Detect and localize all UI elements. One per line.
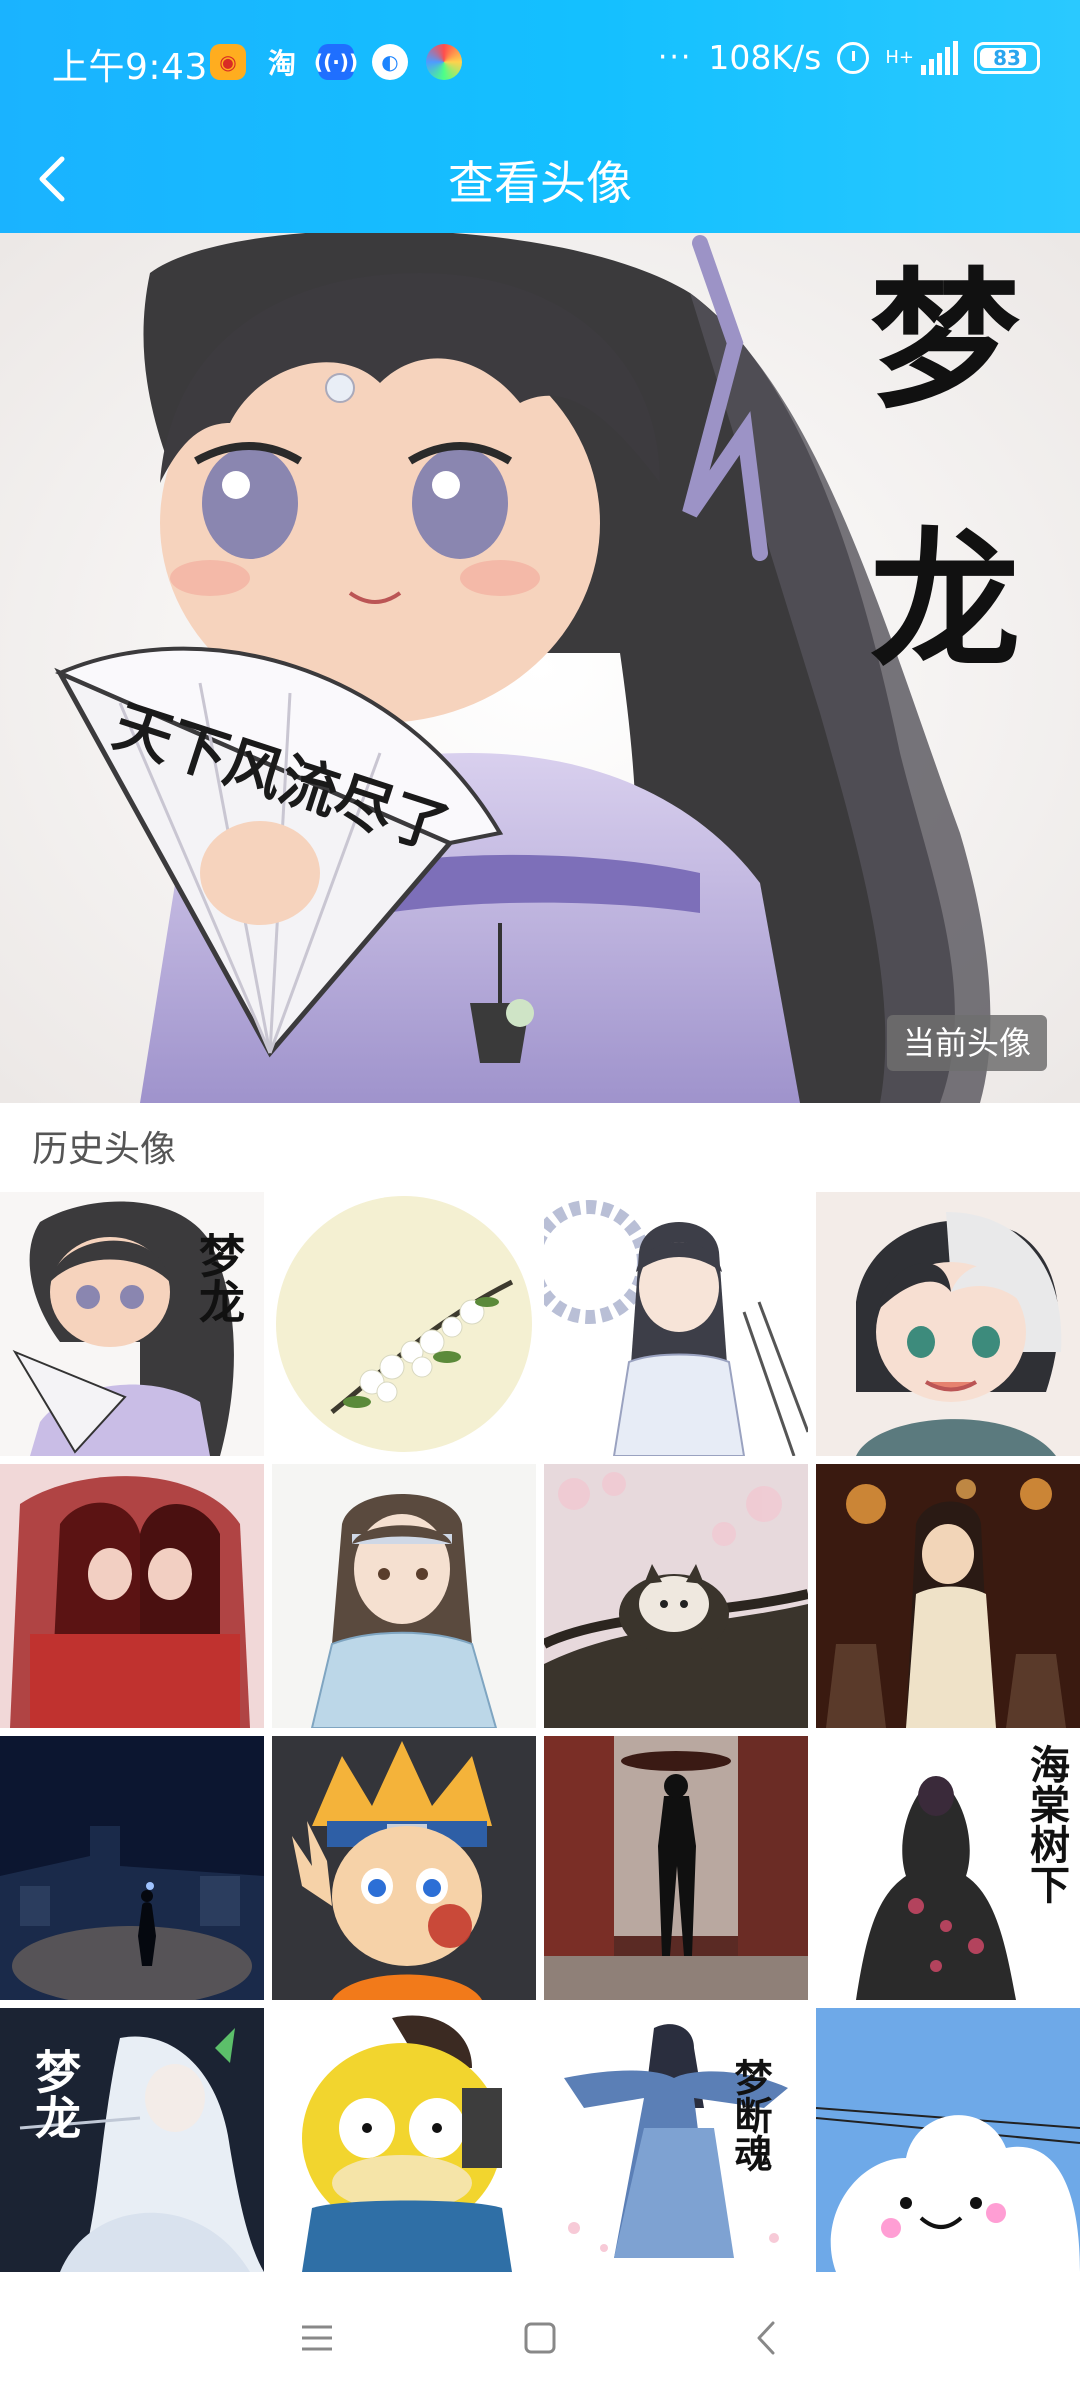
history-avatar-12[interactable]: 海棠树下	[816, 1736, 1080, 2000]
history-avatar-13[interactable]: 梦龙	[0, 2008, 264, 2272]
page-title: 查看头像	[448, 156, 632, 210]
battery-icon: 83	[974, 41, 1040, 74]
status-time: 上午9:43	[52, 47, 208, 88]
anime-girl-illustration: 天下风流尽了 梦 龙	[0, 233, 1080, 1103]
wifi-hotspot-icon: ((·))	[314, 44, 358, 80]
history-avatar-15[interactable]: 梦断魂	[544, 2008, 808, 2272]
history-avatar-5[interactable]	[0, 1464, 264, 1728]
header: 上午9:43 ◉ 淘 ((·)) ◐ ··· 108K/s H+ 83 查看头像	[0, 0, 1080, 233]
history-avatar-7[interactable]	[544, 1464, 808, 1728]
color-app-icon	[426, 44, 462, 80]
back-icon[interactable]	[740, 2311, 794, 2365]
more-notifications-icon: ···	[657, 40, 693, 75]
taobao-icon: 淘	[267, 47, 296, 80]
battery-level: 83	[993, 45, 1021, 70]
history-avatar-1[interactable]: 梦龙	[0, 1192, 264, 1456]
status-right: ··· 108K/s H+ 83	[658, 38, 1040, 77]
history-avatar-16[interactable]	[816, 2008, 1080, 2272]
thumb-text: 梦断魂	[728, 2058, 773, 2172]
history-avatar-grid: 梦龙 海棠树下 梦龙 梦断魂	[0, 1192, 1080, 2272]
current-avatar-image[interactable]: 天下风流尽了 梦 龙 当前头像	[0, 233, 1080, 1103]
alarm-icon	[837, 41, 870, 74]
history-avatar-11[interactable]	[544, 1736, 808, 2000]
navigation-bar	[0, 2275, 1080, 2400]
title-bar: 查看头像	[0, 125, 1080, 233]
thumb-text: 海棠树下	[1023, 1744, 1070, 1904]
history-avatar-8[interactable]	[816, 1464, 1080, 1728]
signal-icon: H+	[885, 40, 958, 75]
history-avatar-2[interactable]	[272, 1192, 536, 1456]
current-avatar-badge: 当前头像	[886, 1015, 1047, 1071]
home-icon[interactable]	[513, 2311, 567, 2365]
menu-icon[interactable]	[290, 2311, 344, 2365]
status-app-icons: ◉ 淘 ((·)) ◐	[210, 44, 462, 80]
history-avatar-14[interactable]	[272, 2008, 536, 2272]
history-avatar-9[interactable]	[0, 1736, 264, 2000]
history-avatar-10[interactable]	[272, 1736, 536, 2000]
network-type: H+	[885, 46, 914, 68]
history-avatar-6[interactable]	[272, 1464, 536, 1728]
history-title: 历史头像	[32, 1129, 177, 1170]
side-calligraphy-2: 龙	[870, 513, 1020, 689]
browser-icon: ◐	[372, 44, 408, 80]
side-calligraphy-1: 梦	[870, 253, 1020, 429]
status-bar: 上午9:43 ◉ 淘 ((·)) ◐ ··· 108K/s H+ 83	[0, 0, 1080, 125]
thumb-text: 梦龙	[192, 1232, 246, 1324]
history-avatar-3[interactable]	[544, 1192, 808, 1456]
thumb-text: 梦龙	[28, 2048, 82, 2140]
weibo-icon: ◉	[210, 44, 246, 80]
network-speed: 108K/s	[708, 38, 822, 77]
history-avatar-4[interactable]	[816, 1192, 1080, 1456]
